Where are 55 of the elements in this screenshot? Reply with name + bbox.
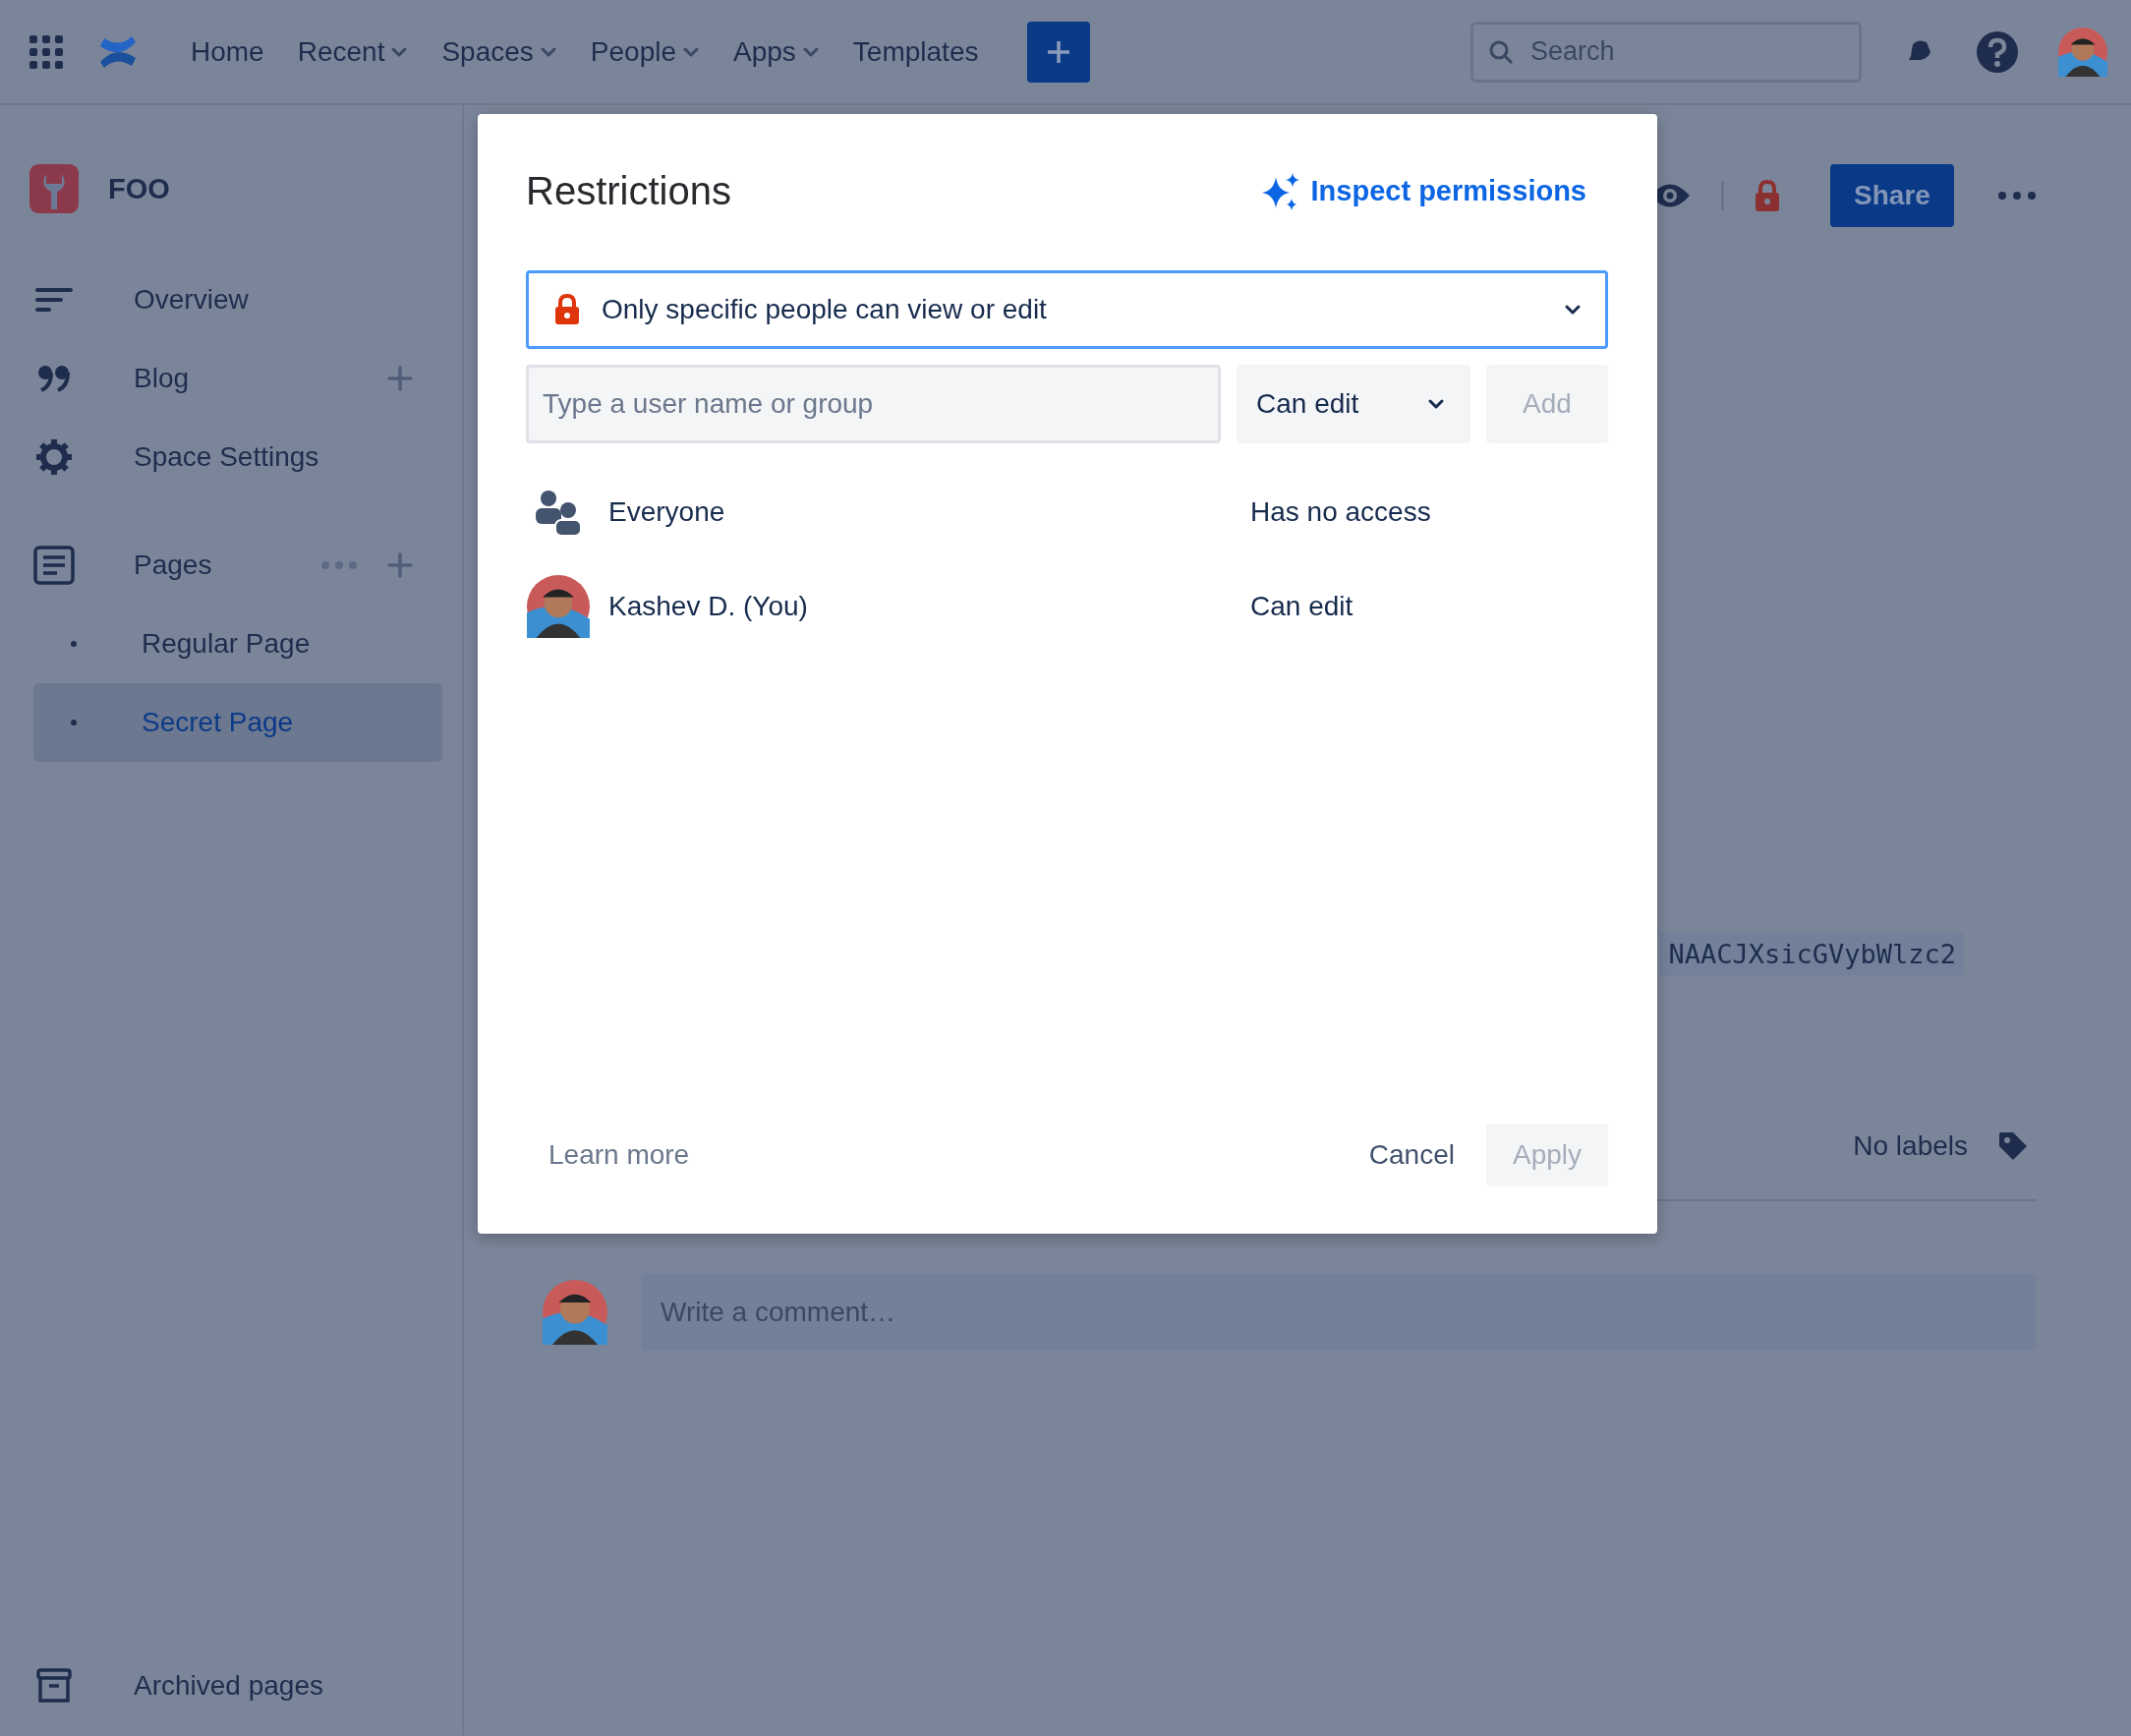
entry-name: Everyone (608, 496, 726, 528)
restriction-select[interactable]: Only specific people can view or edit (526, 270, 1608, 349)
page-tree-item[interactable]: Secret Page (33, 683, 442, 762)
sidebar-item[interactable]: Overview (134, 284, 442, 316)
sidebar-item[interactable]: Archived pages (134, 1670, 323, 1702)
nav-menu-item[interactable]: Recent (283, 28, 423, 76)
quote-icon (37, 365, 71, 392)
avatar-icon (2058, 27, 2107, 77)
create-button[interactable] (1027, 21, 1091, 83)
logo-icon[interactable] (98, 33, 138, 70)
user-search-field[interactable]: Type a user name or group (526, 365, 1221, 443)
share-button[interactable]: Share (1830, 164, 1954, 227)
lock-icon (554, 294, 580, 325)
avatar-icon (543, 1280, 607, 1345)
nav-menu-item[interactable]: People (576, 28, 714, 76)
nav-menu-item[interactable]: Apps (720, 28, 834, 76)
page-tree-item[interactable]: Regular Page (33, 605, 442, 683)
settings-icon (35, 438, 73, 476)
chevron-down-icon (1564, 304, 1582, 316)
lines-icon (35, 287, 73, 313)
page-icon (33, 546, 75, 585)
space-name[interactable]: FOO (108, 172, 170, 205)
entry-name: Kashev D. (You) (608, 591, 809, 622)
access-level: Has no access (1250, 496, 1432, 528)
nav-menu-item[interactable]: Home (177, 28, 278, 76)
sidebar-item[interactable]: Space Settings (134, 441, 442, 473)
inspect-permissions-link[interactable]: Inspect permissions (1259, 170, 1586, 212)
access-level: Can edit (1250, 591, 1354, 622)
avatar-icon (527, 575, 590, 638)
more-icon[interactable] (1997, 191, 2037, 201)
cancel-button[interactable]: Cancel (1354, 1139, 1469, 1171)
people-icon (534, 489, 583, 536)
help-icon[interactable] (1976, 29, 2019, 74)
app-grid-icon[interactable] (29, 34, 63, 69)
chevron-down-icon (390, 45, 409, 58)
labels-text: No labels (1853, 1130, 1968, 1162)
learn-more-link[interactable]: Learn more (548, 1139, 690, 1171)
sidebar-item[interactable]: Blog (134, 363, 387, 394)
archive-icon (36, 1668, 72, 1704)
comment-field[interactable]: Write a comment… (641, 1274, 2037, 1351)
chevron-down-icon (1427, 398, 1445, 410)
chevron-down-icon (539, 45, 557, 58)
tag-icon[interactable] (1997, 1130, 2029, 1162)
permission-select[interactable]: Can edit (1237, 365, 1470, 443)
plus-icon (1046, 38, 1072, 65)
sidebar-item[interactable]: Pages (134, 550, 320, 581)
dialog-title: Restrictions (526, 169, 731, 213)
nav-menu-item[interactable]: Spaces (428, 28, 571, 76)
search-field[interactable]: Search (1470, 21, 1862, 83)
chevron-down-icon (682, 45, 700, 58)
chevron-down-icon (801, 45, 820, 58)
code-snippet: NAACJXsicGVybWlzc2 (1660, 933, 1964, 975)
lock-icon[interactable] (1754, 179, 1781, 212)
nav-menu-item[interactable]: Templates (838, 28, 993, 76)
space-icon[interactable] (29, 164, 79, 213)
